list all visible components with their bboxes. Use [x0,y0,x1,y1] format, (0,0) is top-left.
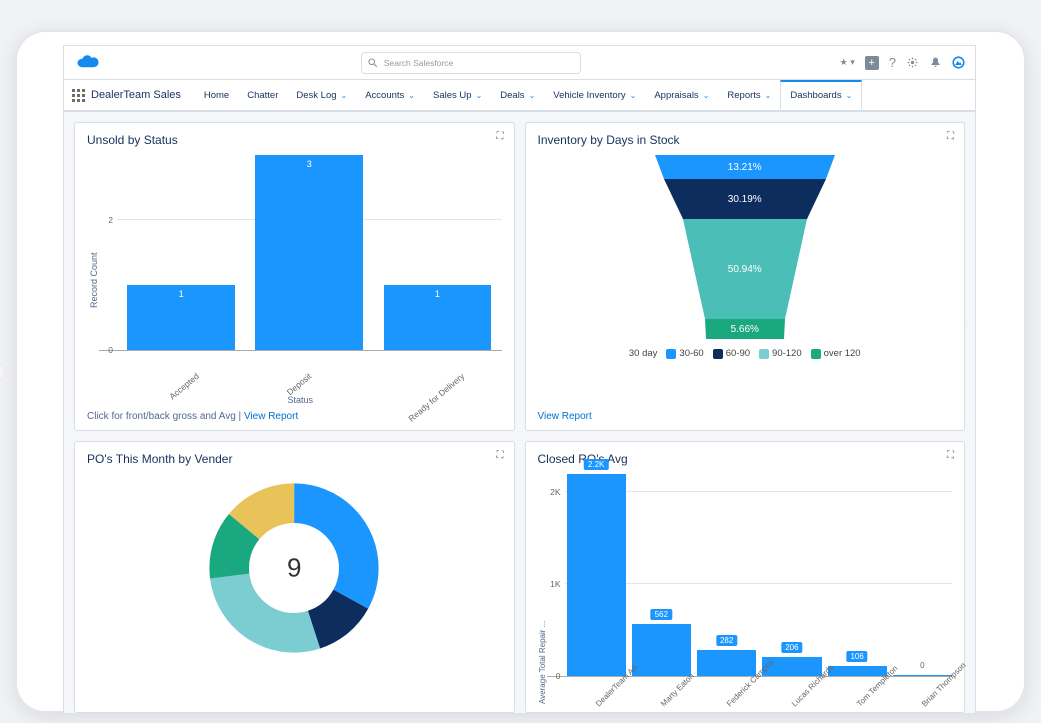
card-footer: View Report [538,405,953,422]
legend-item: 30-60 [666,348,703,359]
bar-value-label: 2.2K [584,459,608,470]
bar-value-label: 282 [716,635,737,646]
nav-item-appraisals[interactable]: Appraisals⌄ [645,80,718,110]
bar-chart-unsold: Record Count 0 2 131 AcceptedDepositRead… [87,155,502,405]
legend-item: 90-120 [759,348,802,359]
nav-item-vehicle-inventory[interactable]: Vehicle Inventory⌄ [544,80,645,110]
bar-4[interactable]: 106 [828,474,887,676]
chevron-down-icon: ⌄ [408,91,415,100]
salesforce-logo[interactable] [74,53,102,73]
funnel-segment-1[interactable]: 30.19% [664,179,826,219]
nav-item-sales-up[interactable]: Sales Up⌄ [424,80,491,110]
chevron-down-icon: ⌄ [529,91,536,100]
tablet-frame: ➤ Search Salesforce ★ ▾ + ? [15,30,1026,713]
card-title: PO's This Month by Vender [87,452,502,466]
y-ticks: 0 2 [99,155,117,350]
funnel-segment-0[interactable]: 13.21% [655,155,835,179]
header-icons: ★ ▾ + ? [840,55,965,70]
expand-icon[interactable]: ⛶ [947,450,954,461]
app-screen: ➤ Search Salesforce ★ ▾ + ? [63,45,976,713]
app-launcher-icon[interactable] [72,89,85,102]
search-placeholder: Search Salesforce [384,58,453,68]
legend-item: 60-90 [713,348,750,359]
chevron-down-icon: ⌄ [476,91,483,100]
card-footer: Click for front/back gross and Avg | Vie… [87,405,502,422]
x-label: Tom Templeton [855,695,868,708]
chevron-down-icon: ⌄ [630,91,637,100]
notifications-bell-icon[interactable] [929,56,942,69]
card-po-month: ⛶ PO's This Month by Vender 9 [74,441,515,713]
chevron-down-icon: ⌄ [846,91,853,100]
chevron-down-icon: ⌄ [703,91,710,100]
funnel-segment-3[interactable]: 5.66% [705,319,785,339]
bar-chart-ro: Average Total Repair ... 0 1K 2K 2.2K 562… [538,474,953,704]
nav-bar: DealerTeam Sales HomeChatterDesk Log⌄Acc… [64,80,975,112]
dashboard-body: ⛶ Unsold by Status Record Count 0 2 131 [64,112,975,713]
card-inventory-days: ⛶ Inventory by Days in Stock 13.21%30.19… [525,122,966,431]
x-label: Brian Thompson [920,695,933,708]
view-report-link[interactable]: View Report [244,411,298,422]
x-label: Marty Eaton [659,695,672,708]
card-title: Unsold by Status [87,133,502,147]
chevron-down-icon: ⌄ [765,91,772,100]
x-label: Lucas Richards [790,695,803,708]
app-name: DealerTeam Sales [91,89,181,101]
card-title: Inventory by Days in Stock [538,133,953,147]
chevron-down-icon: ⌄ [341,91,348,100]
bar-ready-for-delivery[interactable]: 1 [384,155,492,350]
bar-3[interactable]: 206 [762,474,821,676]
bar-2[interactable]: 282 [697,474,756,676]
nav-item-chatter[interactable]: Chatter [238,80,287,110]
nav-item-dashboards[interactable]: Dashboards⌄ [780,80,862,110]
expand-icon[interactable]: ⛶ [947,131,954,142]
funnel-segment-2[interactable]: 50.94% [683,219,807,319]
nav-item-accounts[interactable]: Accounts⌄ [356,80,424,110]
expand-icon[interactable]: ⛶ [497,450,504,461]
bar-0[interactable]: 2.2K [567,474,626,676]
y-axis-label: Record Count [87,155,99,405]
nav-item-reports[interactable]: Reports⌄ [718,80,780,110]
nav-item-home[interactable]: Home [195,80,238,110]
donut-chart: 9 [87,474,502,704]
expand-icon[interactable]: ⛶ [497,131,504,142]
funnel-chart: 13.21%30.19%50.94%5.66% 30 day 30-60 60-… [538,155,953,405]
trailhead-icon[interactable] [952,56,965,69]
card-closed-ro-avg: ⛶ Closed RO's Avg Average Total Repair .… [525,441,966,713]
bar-accepted[interactable]: 1 [127,155,235,350]
nav-item-deals[interactable]: Deals⌄ [491,80,544,110]
funnel-legend: 30 day 30-60 60-90 90-120 over 120 [629,348,861,359]
bar-value-label: 106 [846,651,867,662]
legend-item: 30 day [629,348,658,359]
x-label: Deposit [284,371,313,397]
y-axis-label: Average Total Repair ... [538,474,547,704]
donut-center-value: 9 [287,553,301,584]
bar-value-label: 562 [651,609,672,620]
view-report-link[interactable]: View Report [538,411,592,422]
card-unsold-by-status: ⛶ Unsold by Status Record Count 0 2 131 [74,122,515,431]
bar-deposit[interactable]: 3 [255,155,363,350]
favorites-menu[interactable]: ★ ▾ [840,57,855,68]
setup-gear-icon[interactable] [906,56,919,69]
add-button[interactable]: + [865,56,879,70]
y-ticks: 0 1K 2K [547,474,565,676]
nav-item-desk-log[interactable]: Desk Log⌄ [287,80,356,110]
global-header: Search Salesforce ★ ▾ + ? [64,46,975,80]
bar-value-label: 0 [916,660,928,671]
search-icon [368,58,378,68]
help-icon[interactable]: ? [889,55,896,70]
bar-value-label: 206 [781,642,802,653]
x-label: Federick Campos [725,695,738,708]
bar-1[interactable]: 562 [632,474,691,676]
bar-5[interactable]: 0 [893,474,952,676]
legend-item: over 120 [811,348,861,359]
global-search[interactable]: Search Salesforce [361,52,581,74]
tablet-camera [0,361,5,383]
x-label: DealerTeam Ad... [594,695,607,708]
